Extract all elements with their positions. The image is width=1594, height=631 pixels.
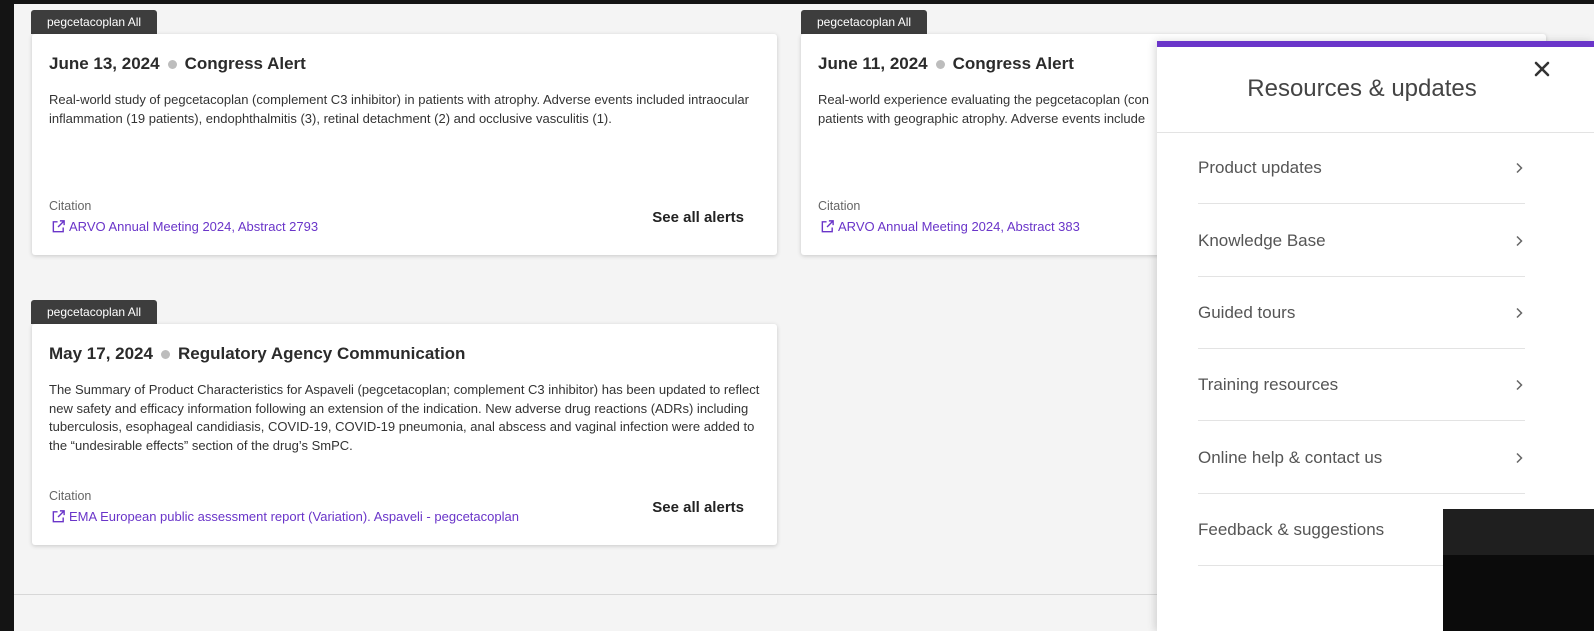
menu-item-label: Online help & contact us xyxy=(1198,447,1383,467)
external-link-icon xyxy=(52,220,65,233)
citation-link-text: EMA European public assessment report (V… xyxy=(69,509,519,524)
product-tag: pegcetacoplan All xyxy=(31,10,158,34)
product-tag: pegcetacoplan All xyxy=(801,10,928,34)
alert-type: Congress Alert xyxy=(184,54,306,73)
menu-item-guided-tours[interactable]: Guided tours xyxy=(1198,277,1525,349)
menu-item-label: Knowledge Base xyxy=(1198,230,1326,250)
citation-link[interactable]: ARVO Annual Meeting 2024, Abstract 2793 xyxy=(49,219,318,234)
close-button[interactable] xyxy=(1531,58,1553,80)
citation-link-text: ARVO Annual Meeting 2024, Abstract 383 xyxy=(838,219,1080,234)
citation-label: Citation xyxy=(49,199,92,213)
alert-date: June 13, 2024 xyxy=(49,54,160,73)
alert-date: June 11, 2024 xyxy=(818,54,928,73)
alert-description: Real-world experience evaluating the peg… xyxy=(818,92,1149,126)
product-tag: pegcetacoplan All xyxy=(31,300,158,324)
panel-accent-bar xyxy=(1157,41,1594,47)
close-icon xyxy=(1534,61,1550,77)
citation-label: Citation xyxy=(818,199,861,213)
citation-link[interactable]: EMA European public assessment report (V… xyxy=(49,509,519,524)
menu-item-label: Product updates xyxy=(1198,157,1322,177)
chevron-right-icon xyxy=(1516,379,1523,390)
menu-item-label: Guided tours xyxy=(1198,302,1296,322)
chevron-right-icon xyxy=(1516,307,1523,318)
menu-item-product-updates[interactable]: Product updates xyxy=(1198,132,1525,204)
separator-dot xyxy=(160,349,170,359)
alert-header: June 13, 2024 Congress Alert xyxy=(49,54,306,74)
external-link-icon xyxy=(52,510,65,523)
alert-description: The Summary of Product Characteristics f… xyxy=(49,382,760,453)
external-link-icon xyxy=(821,220,834,233)
alert-date: May 17, 2024 xyxy=(49,344,153,363)
alert-header: June 11, 2024 Congress Alert xyxy=(818,54,1074,74)
alert-card: May 17, 2024 Regulatory Agency Communica… xyxy=(32,324,777,545)
separator-dot xyxy=(167,59,177,69)
overlay-block xyxy=(1443,509,1594,631)
menu-item-training-resources[interactable]: Training resources xyxy=(1198,349,1525,421)
menu-item-online-help[interactable]: Online help & contact us xyxy=(1198,422,1525,494)
citation-link[interactable]: ARVO Annual Meeting 2024, Abstract 383 xyxy=(818,219,1080,234)
alert-type: Regulatory Agency Communication xyxy=(177,344,466,363)
panel-title: Resources & updates xyxy=(1247,75,1477,102)
alert-description: Real-world study of pegcetacoplan (compl… xyxy=(49,92,749,126)
citation-link-text: ARVO Annual Meeting 2024, Abstract 2793 xyxy=(69,219,319,234)
menu-item-knowledge-base[interactable]: Knowledge Base xyxy=(1198,205,1525,277)
alert-card: June 13, 2024 Congress Alert Real-world … xyxy=(32,34,777,255)
chevron-right-icon xyxy=(1516,162,1523,173)
alert-type: Congress Alert xyxy=(952,54,1074,73)
see-all-alerts-button[interactable]: See all alerts xyxy=(652,209,744,226)
separator-dot xyxy=(935,59,945,69)
citation-label: Citation xyxy=(49,489,92,503)
overlay-block-top xyxy=(1443,509,1594,555)
menu-item-label: Training resources xyxy=(1198,374,1339,394)
alert-header: May 17, 2024 Regulatory Agency Communica… xyxy=(49,344,465,364)
see-all-alerts-button[interactable]: See all alerts xyxy=(652,499,744,516)
menu-item-label: Feedback & suggestions xyxy=(1198,519,1385,539)
chevron-right-icon xyxy=(1516,235,1523,246)
chevron-right-icon xyxy=(1516,452,1523,463)
